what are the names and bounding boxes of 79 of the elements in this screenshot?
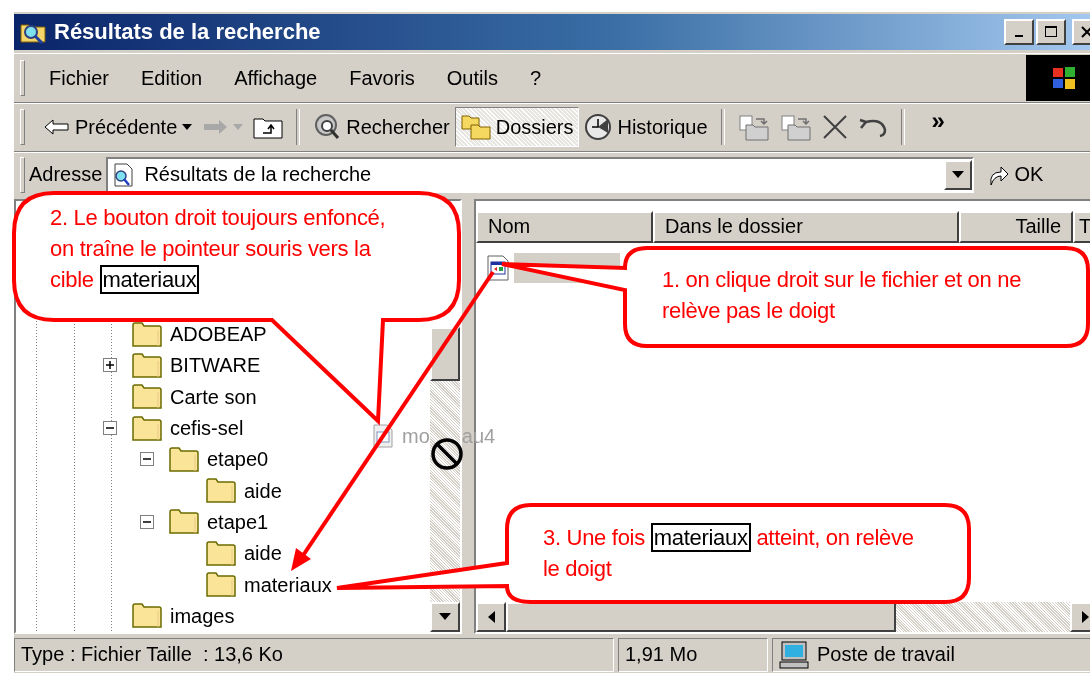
address-field[interactable]: Résultats de la recherche [106, 156, 975, 193]
expander-icon[interactable] [140, 514, 154, 529]
column-header[interactable]: Dans le dossier [653, 210, 959, 243]
folder-icon [206, 478, 236, 504]
folder-icon [132, 352, 162, 378]
expander-icon[interactable] [103, 421, 117, 436]
search-page-icon [112, 162, 135, 187]
scroll-down-button[interactable] [430, 601, 460, 632]
more-button[interactable]: » [926, 107, 950, 148]
caret-icon [952, 171, 965, 179]
callout-text: 3. Une fois materiaux atteint, on relève le doigt [543, 522, 915, 583]
close-icon [1080, 25, 1090, 40]
tree-item[interactable]: materiaux [244, 575, 332, 594]
menu-item[interactable]: Affichage [224, 62, 328, 94]
menu-item[interactable]: Edition [131, 62, 213, 94]
folder-icon [169, 446, 199, 472]
folder-icon [206, 572, 236, 598]
search-button[interactable]: Rechercher [308, 107, 455, 148]
folder-arrow-icon [737, 113, 770, 142]
menu-item[interactable]: Favoris [339, 62, 425, 94]
caret-icon [233, 124, 244, 131]
caret-icon [182, 124, 193, 131]
folder-icon [132, 384, 162, 410]
window-file-icon [486, 254, 510, 281]
tree-item[interactable]: Carte son [170, 387, 257, 406]
folder-icon [206, 540, 236, 566]
right-arrow-icon [202, 118, 229, 137]
no-entry-icon [431, 438, 463, 470]
drag-label: mo [402, 424, 430, 448]
left-triangle-icon [487, 610, 495, 623]
callout-text: 2. Le bouton droit toujours enfoncé, on traîne le pointeur souris vers la cible materiaux [50, 204, 387, 295]
tree-item[interactable]: cefis-sel [170, 419, 244, 438]
cross-icon [821, 114, 848, 141]
menu-item[interactable]: ? [519, 62, 552, 94]
menu-item[interactable]: Outils [436, 62, 508, 94]
dropdown-button[interactable] [944, 159, 973, 190]
flag-logo [1026, 55, 1090, 102]
history-button[interactable]: Historique [579, 107, 713, 148]
column-header[interactable]: Nom [476, 210, 653, 243]
folder-icon [132, 603, 162, 629]
maximize-icon [1044, 25, 1058, 40]
minimize-button[interactable] [1004, 19, 1034, 46]
expander-icon[interactable] [103, 358, 117, 373]
computer-icon [779, 640, 809, 669]
up-folder-icon [253, 115, 284, 140]
clock-icon [584, 113, 613, 142]
folder-icon [169, 509, 199, 535]
address-label: Adresse [29, 163, 103, 187]
left-arrow-icon [44, 118, 70, 137]
back-button[interactable]: Précédente [39, 107, 198, 148]
window-title: Résultats de la recherche [54, 19, 321, 46]
tree-item[interactable]: images [170, 606, 235, 625]
menu-item[interactable]: Fichier [39, 62, 119, 94]
status-text: 1,91 Mo [618, 637, 768, 672]
callout-text: 1. on clique droit sur le fichier et on ne relève pas le doigt [662, 266, 1023, 325]
expander-icon[interactable] [140, 452, 154, 467]
tree-item[interactable]: ADOBEAP [170, 325, 267, 344]
go-button[interactable]: OK [986, 162, 1044, 187]
down-triangle-icon [439, 613, 451, 620]
status-text: Poste de travail [817, 643, 955, 666]
folders-button[interactable]: Dossiers [454, 107, 580, 148]
folder-icon [132, 321, 162, 347]
folder-icon [132, 415, 162, 441]
status-text: Type : Fichier Taille : 13,6 Ko [14, 637, 614, 672]
tree-item[interactable]: BITWARE [170, 356, 261, 375]
tree-item[interactable]: etape1 [207, 512, 269, 531]
scroll-left-button[interactable] [476, 601, 506, 632]
right-triangle-icon [1081, 610, 1089, 623]
tree-item[interactable]: aide [244, 544, 282, 563]
tree-item[interactable]: aide [244, 481, 282, 500]
column-header[interactable]: T [1073, 210, 1090, 243]
column-header[interactable]: Taille [959, 210, 1073, 243]
minimize-icon [1015, 35, 1023, 38]
maximize-button[interactable] [1036, 19, 1066, 46]
tree-item[interactable]: etape0 [207, 450, 269, 469]
magnifier-icon [313, 113, 342, 142]
folders-icon [460, 114, 491, 141]
folder-arrow-icon [779, 113, 812, 142]
undo-icon [857, 116, 888, 139]
